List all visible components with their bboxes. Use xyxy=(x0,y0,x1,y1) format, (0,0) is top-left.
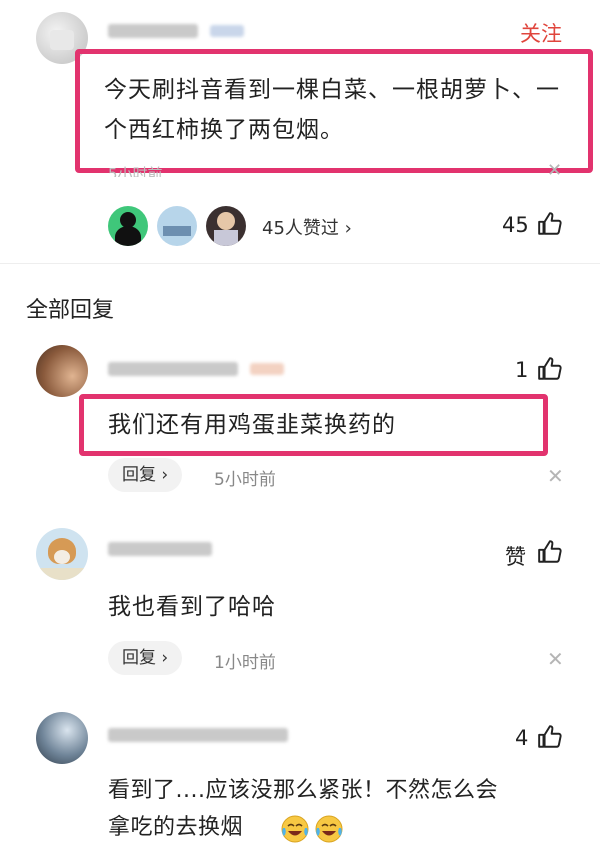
liker-avatar[interactable] xyxy=(108,206,148,246)
liker-avatar[interactable] xyxy=(206,206,246,246)
reply-like-count: 4 xyxy=(515,726,529,750)
reply-button[interactable]: 回复 › xyxy=(108,458,183,492)
reply-like-count: 1 xyxy=(515,358,529,382)
reply-time: 5小时前 xyxy=(214,470,276,490)
reply-avatar[interactable] xyxy=(36,528,88,580)
section-title: 全部回复 xyxy=(26,298,115,323)
close-icon[interactable]: ✕ xyxy=(547,160,562,176)
likers-link[interactable]: 45人赞过 › xyxy=(262,214,352,240)
liker-avatar[interactable] xyxy=(157,206,197,246)
author-badge-blurred xyxy=(210,25,244,37)
close-icon[interactable]: ✕ xyxy=(547,647,564,671)
reply-author-name-blurred[interactable] xyxy=(108,728,288,742)
crying-laughing-emoji-icon xyxy=(315,815,343,843)
thumbs-up-icon[interactable] xyxy=(537,724,563,750)
reply-badge-blurred xyxy=(250,363,284,375)
thumbs-up-icon[interactable] xyxy=(537,211,563,237)
reply-avatar[interactable] xyxy=(36,712,88,764)
crying-laughing-emoji-icon xyxy=(281,815,309,843)
main-post-time: 5小时前 xyxy=(108,165,163,177)
main-post-text: 今天刷抖音看到一棵白菜、一根胡萝卜、一个西红柿换了两包烟。 xyxy=(104,77,560,143)
reply-text-line1: 看到了....应该没那么紧张！不然怎么会 xyxy=(108,778,498,803)
thumbs-up-icon[interactable] xyxy=(537,356,563,382)
reply-time: 1小时前 xyxy=(214,653,276,673)
reply-button[interactable]: 回复 › xyxy=(108,641,183,675)
reply-like-count: 赞 xyxy=(505,545,526,569)
main-post-like-count: 45 xyxy=(502,213,529,237)
thumbs-up-icon[interactable] xyxy=(537,539,563,565)
reply-avatar[interactable] xyxy=(36,345,88,397)
close-icon[interactable]: ✕ xyxy=(547,464,564,488)
reply-author-name-blurred[interactable] xyxy=(108,362,238,376)
follow-button[interactable]: 关注 xyxy=(520,18,562,48)
reply-text: 我们还有用鸡蛋韭菜换药的 xyxy=(108,412,396,438)
reply-text: 我也看到了哈哈 xyxy=(108,594,276,620)
divider xyxy=(0,263,600,264)
reply-author-name-blurred[interactable] xyxy=(108,542,212,556)
reply-text-line2: 拿吃的去换烟 xyxy=(108,815,244,840)
author-name-blurred[interactable] xyxy=(108,24,198,38)
